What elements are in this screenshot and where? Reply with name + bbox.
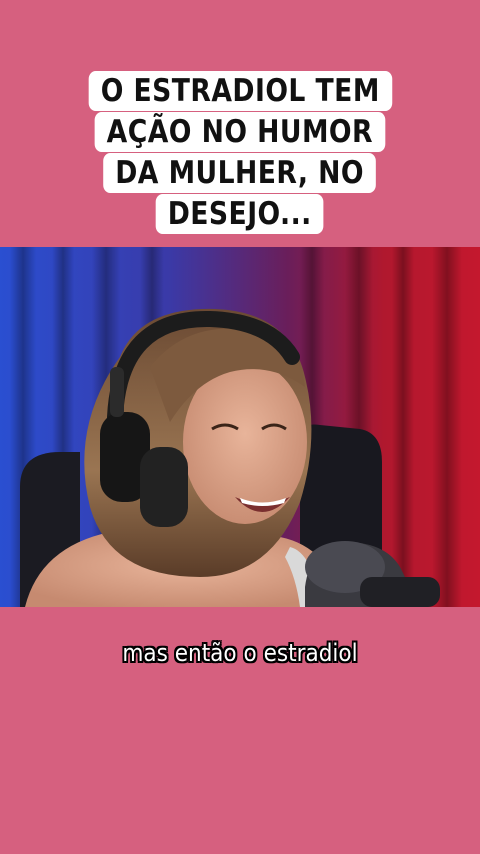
headline-caption: O ESTRADIOL TEM AÇÃO NO HUMOR DA MULHER,… [0, 71, 480, 236]
shorts-frame: { "headline": { "lines": ["O ESTRADIOL T… [0, 0, 480, 854]
headline-line-2: AÇÃO NO HUMOR [94, 112, 386, 152]
headline-line-1: O ESTRADIOL TEM [88, 71, 392, 111]
headline-line-4: DESEJO... [155, 194, 325, 234]
headline-line-3: DA MULHER, NO [103, 153, 377, 193]
subtitle-caption: mas então o estradiol [122, 639, 358, 667]
podcast-scene [0, 247, 480, 607]
video-frame[interactable] [0, 247, 480, 607]
